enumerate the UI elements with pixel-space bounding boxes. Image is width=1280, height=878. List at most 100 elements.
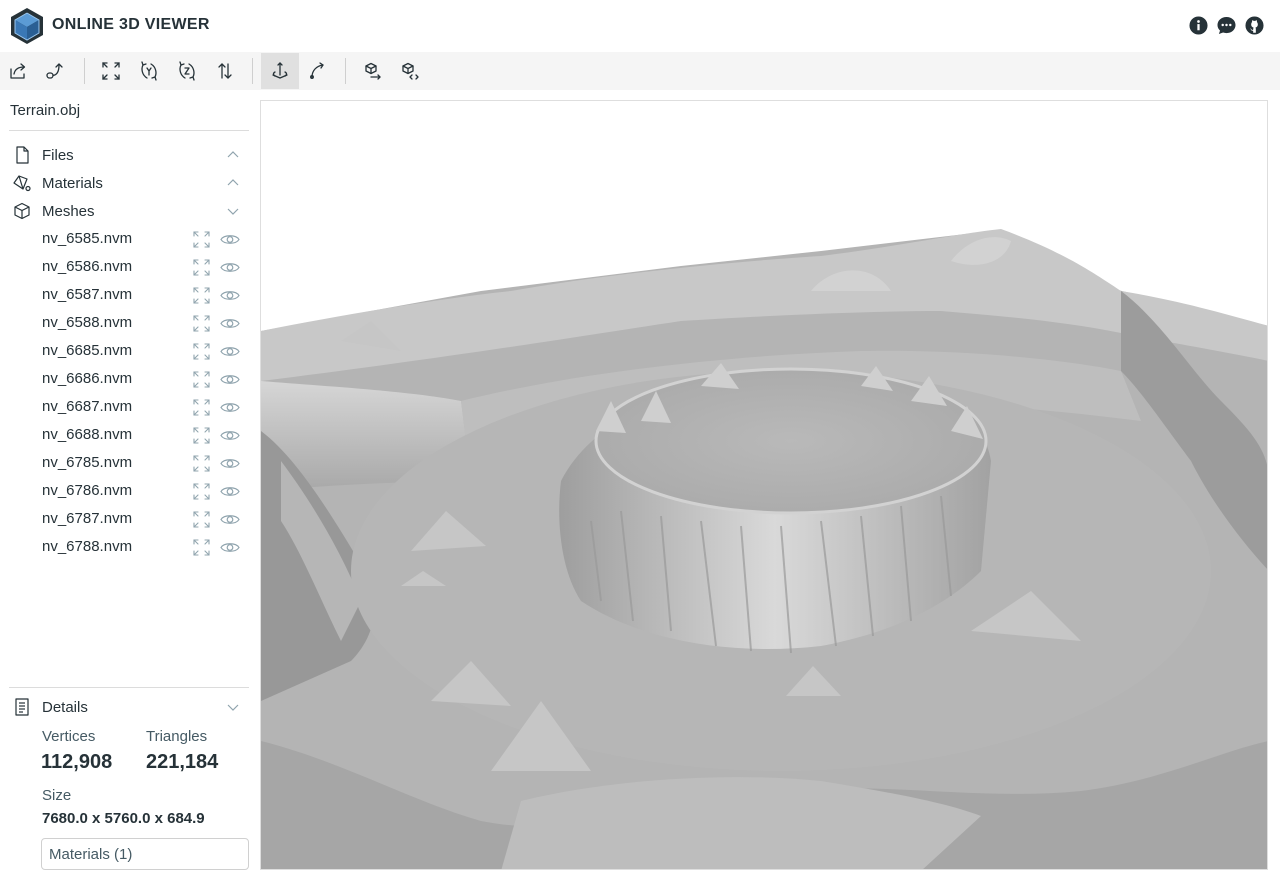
mesh-item-label: nv_6688.nvm xyxy=(42,426,133,443)
meshes-panel-header[interactable]: Meshes xyxy=(12,199,240,223)
size-label: Size xyxy=(42,787,72,804)
mesh-item-label: nv_6788.nvm xyxy=(42,538,133,555)
fit-mesh-icon[interactable] xyxy=(193,399,210,416)
divider xyxy=(9,687,249,688)
mesh-cube-icon xyxy=(14,202,30,220)
mesh-item[interactable]: nv_6585.nvm xyxy=(0,225,260,253)
share-button[interactable] xyxy=(391,53,429,89)
eye-icon[interactable] xyxy=(220,539,240,556)
fit-mesh-icon[interactable] xyxy=(193,371,210,388)
free-orbit-button[interactable] xyxy=(299,53,337,89)
eye-icon[interactable] xyxy=(220,259,240,276)
export-button[interactable] xyxy=(354,53,392,89)
eye-icon[interactable] xyxy=(220,343,240,360)
3d-viewport[interactable] xyxy=(260,100,1268,870)
mesh-item[interactable]: nv_6786.nvm xyxy=(0,477,260,505)
mesh-item[interactable]: nv_6586.nvm xyxy=(0,253,260,281)
details-panel-label: Details xyxy=(42,698,88,716)
mesh-list: nv_6585.nvm nv_6586.nvm nv_6587.nvm nv_6588… xyxy=(0,225,260,561)
export-icon xyxy=(365,62,381,80)
fit-mesh-icon[interactable] xyxy=(193,511,210,528)
open-file-icon xyxy=(10,63,26,79)
fit-mesh-icon[interactable] xyxy=(193,427,210,444)
set-up-y-button[interactable] xyxy=(130,53,168,89)
eye-icon[interactable] xyxy=(220,231,240,248)
eye-icon[interactable] xyxy=(220,455,240,472)
eye-icon[interactable] xyxy=(220,511,240,528)
navigator-panel: Terrain.obj Files Materials Meshes nv_65… xyxy=(0,90,260,878)
triangles-value: 221,184 xyxy=(146,751,219,773)
fit-mesh-icon[interactable] xyxy=(193,287,210,304)
eye-icon[interactable] xyxy=(220,427,240,444)
eye-icon[interactable] xyxy=(220,483,240,500)
logo-icon[interactable] xyxy=(8,6,46,46)
up-z-icon xyxy=(179,61,195,81)
chevron-down-icon xyxy=(227,704,239,711)
message-icon[interactable] xyxy=(1217,16,1236,35)
mesh-item[interactable]: nv_6587.nvm xyxy=(0,281,260,309)
app-title: ONLINE 3D VIEWER xyxy=(52,16,210,33)
eye-icon[interactable] xyxy=(220,399,240,416)
materials-button[interactable]: Materials (1) xyxy=(41,838,249,870)
mesh-item-label: nv_6686.nvm xyxy=(42,370,133,387)
fixed-up-icon xyxy=(272,62,288,79)
share-icon xyxy=(402,62,419,80)
mesh-item[interactable]: nv_6685.nvm xyxy=(0,337,260,365)
eye-icon[interactable] xyxy=(220,315,240,332)
fit-mesh-icon[interactable] xyxy=(193,231,210,248)
mesh-item[interactable]: nv_6588.nvm xyxy=(0,309,260,337)
fit-mesh-icon[interactable] xyxy=(193,343,210,360)
mesh-item[interactable]: nv_6687.nvm xyxy=(0,393,260,421)
toolbar-separator xyxy=(345,58,346,84)
mesh-item[interactable]: nv_6686.nvm xyxy=(0,365,260,393)
flip-up-button[interactable] xyxy=(206,53,244,89)
mesh-item[interactable]: nv_6787.nvm xyxy=(0,505,260,533)
free-orbit-icon xyxy=(310,62,324,79)
app-header: ONLINE 3D VIEWER xyxy=(0,0,1280,52)
chevron-up-icon xyxy=(227,151,239,158)
terrain-render xyxy=(261,229,1267,869)
up-y-icon xyxy=(141,61,157,81)
file-title: Terrain.obj xyxy=(10,102,81,119)
toolbar-separator xyxy=(84,58,85,84)
mesh-item-label: nv_6585.nvm xyxy=(42,230,133,247)
fit-mesh-icon[interactable] xyxy=(193,259,210,276)
fit-mesh-icon[interactable] xyxy=(193,483,210,500)
fit-mesh-icon[interactable] xyxy=(193,315,210,332)
info-icon[interactable] xyxy=(1189,16,1208,35)
file-icon xyxy=(16,146,29,164)
fit-to-window-button[interactable] xyxy=(92,53,130,89)
mesh-item-label: nv_6785.nvm xyxy=(42,454,133,471)
files-panel-label: Files xyxy=(42,146,74,164)
open-url-button[interactable] xyxy=(36,53,74,89)
fit-mesh-icon[interactable] xyxy=(193,455,210,472)
details-icon xyxy=(15,698,29,716)
vertices-value: 112,908 xyxy=(41,751,113,773)
mesh-item-label: nv_6687.nvm xyxy=(42,398,133,415)
open-url-icon xyxy=(46,63,63,79)
materials-panel-header[interactable]: Materials xyxy=(12,171,240,195)
toolbar-separator xyxy=(252,58,253,84)
eye-icon[interactable] xyxy=(220,371,240,388)
size-value: 7680.0 x 5760.0 x 684.9 xyxy=(42,810,205,827)
mesh-item[interactable]: nv_6785.nvm xyxy=(0,449,260,477)
materials-icon xyxy=(13,175,31,192)
divider xyxy=(9,130,249,131)
files-panel-header[interactable]: Files xyxy=(12,143,240,167)
flip-icon xyxy=(218,63,232,79)
details-panel-header[interactable]: Details xyxy=(12,695,240,719)
eye-icon[interactable] xyxy=(220,287,240,304)
fixed-up-vector-button[interactable] xyxy=(261,53,299,89)
mesh-item[interactable]: nv_6688.nvm xyxy=(0,421,260,449)
fit-mesh-icon[interactable] xyxy=(193,539,210,556)
mesh-item-label: nv_6685.nvm xyxy=(42,342,133,359)
fit-icon xyxy=(102,62,120,80)
mesh-item[interactable]: nv_6788.nvm xyxy=(0,533,260,561)
meshes-panel-label: Meshes xyxy=(42,202,95,220)
set-up-z-button[interactable] xyxy=(168,53,206,89)
mesh-item-label: nv_6786.nvm xyxy=(42,482,133,499)
mesh-item-label: nv_6586.nvm xyxy=(42,258,133,275)
toolbar xyxy=(0,52,1280,90)
github-icon[interactable] xyxy=(1245,16,1264,35)
open-file-button[interactable] xyxy=(0,53,38,89)
